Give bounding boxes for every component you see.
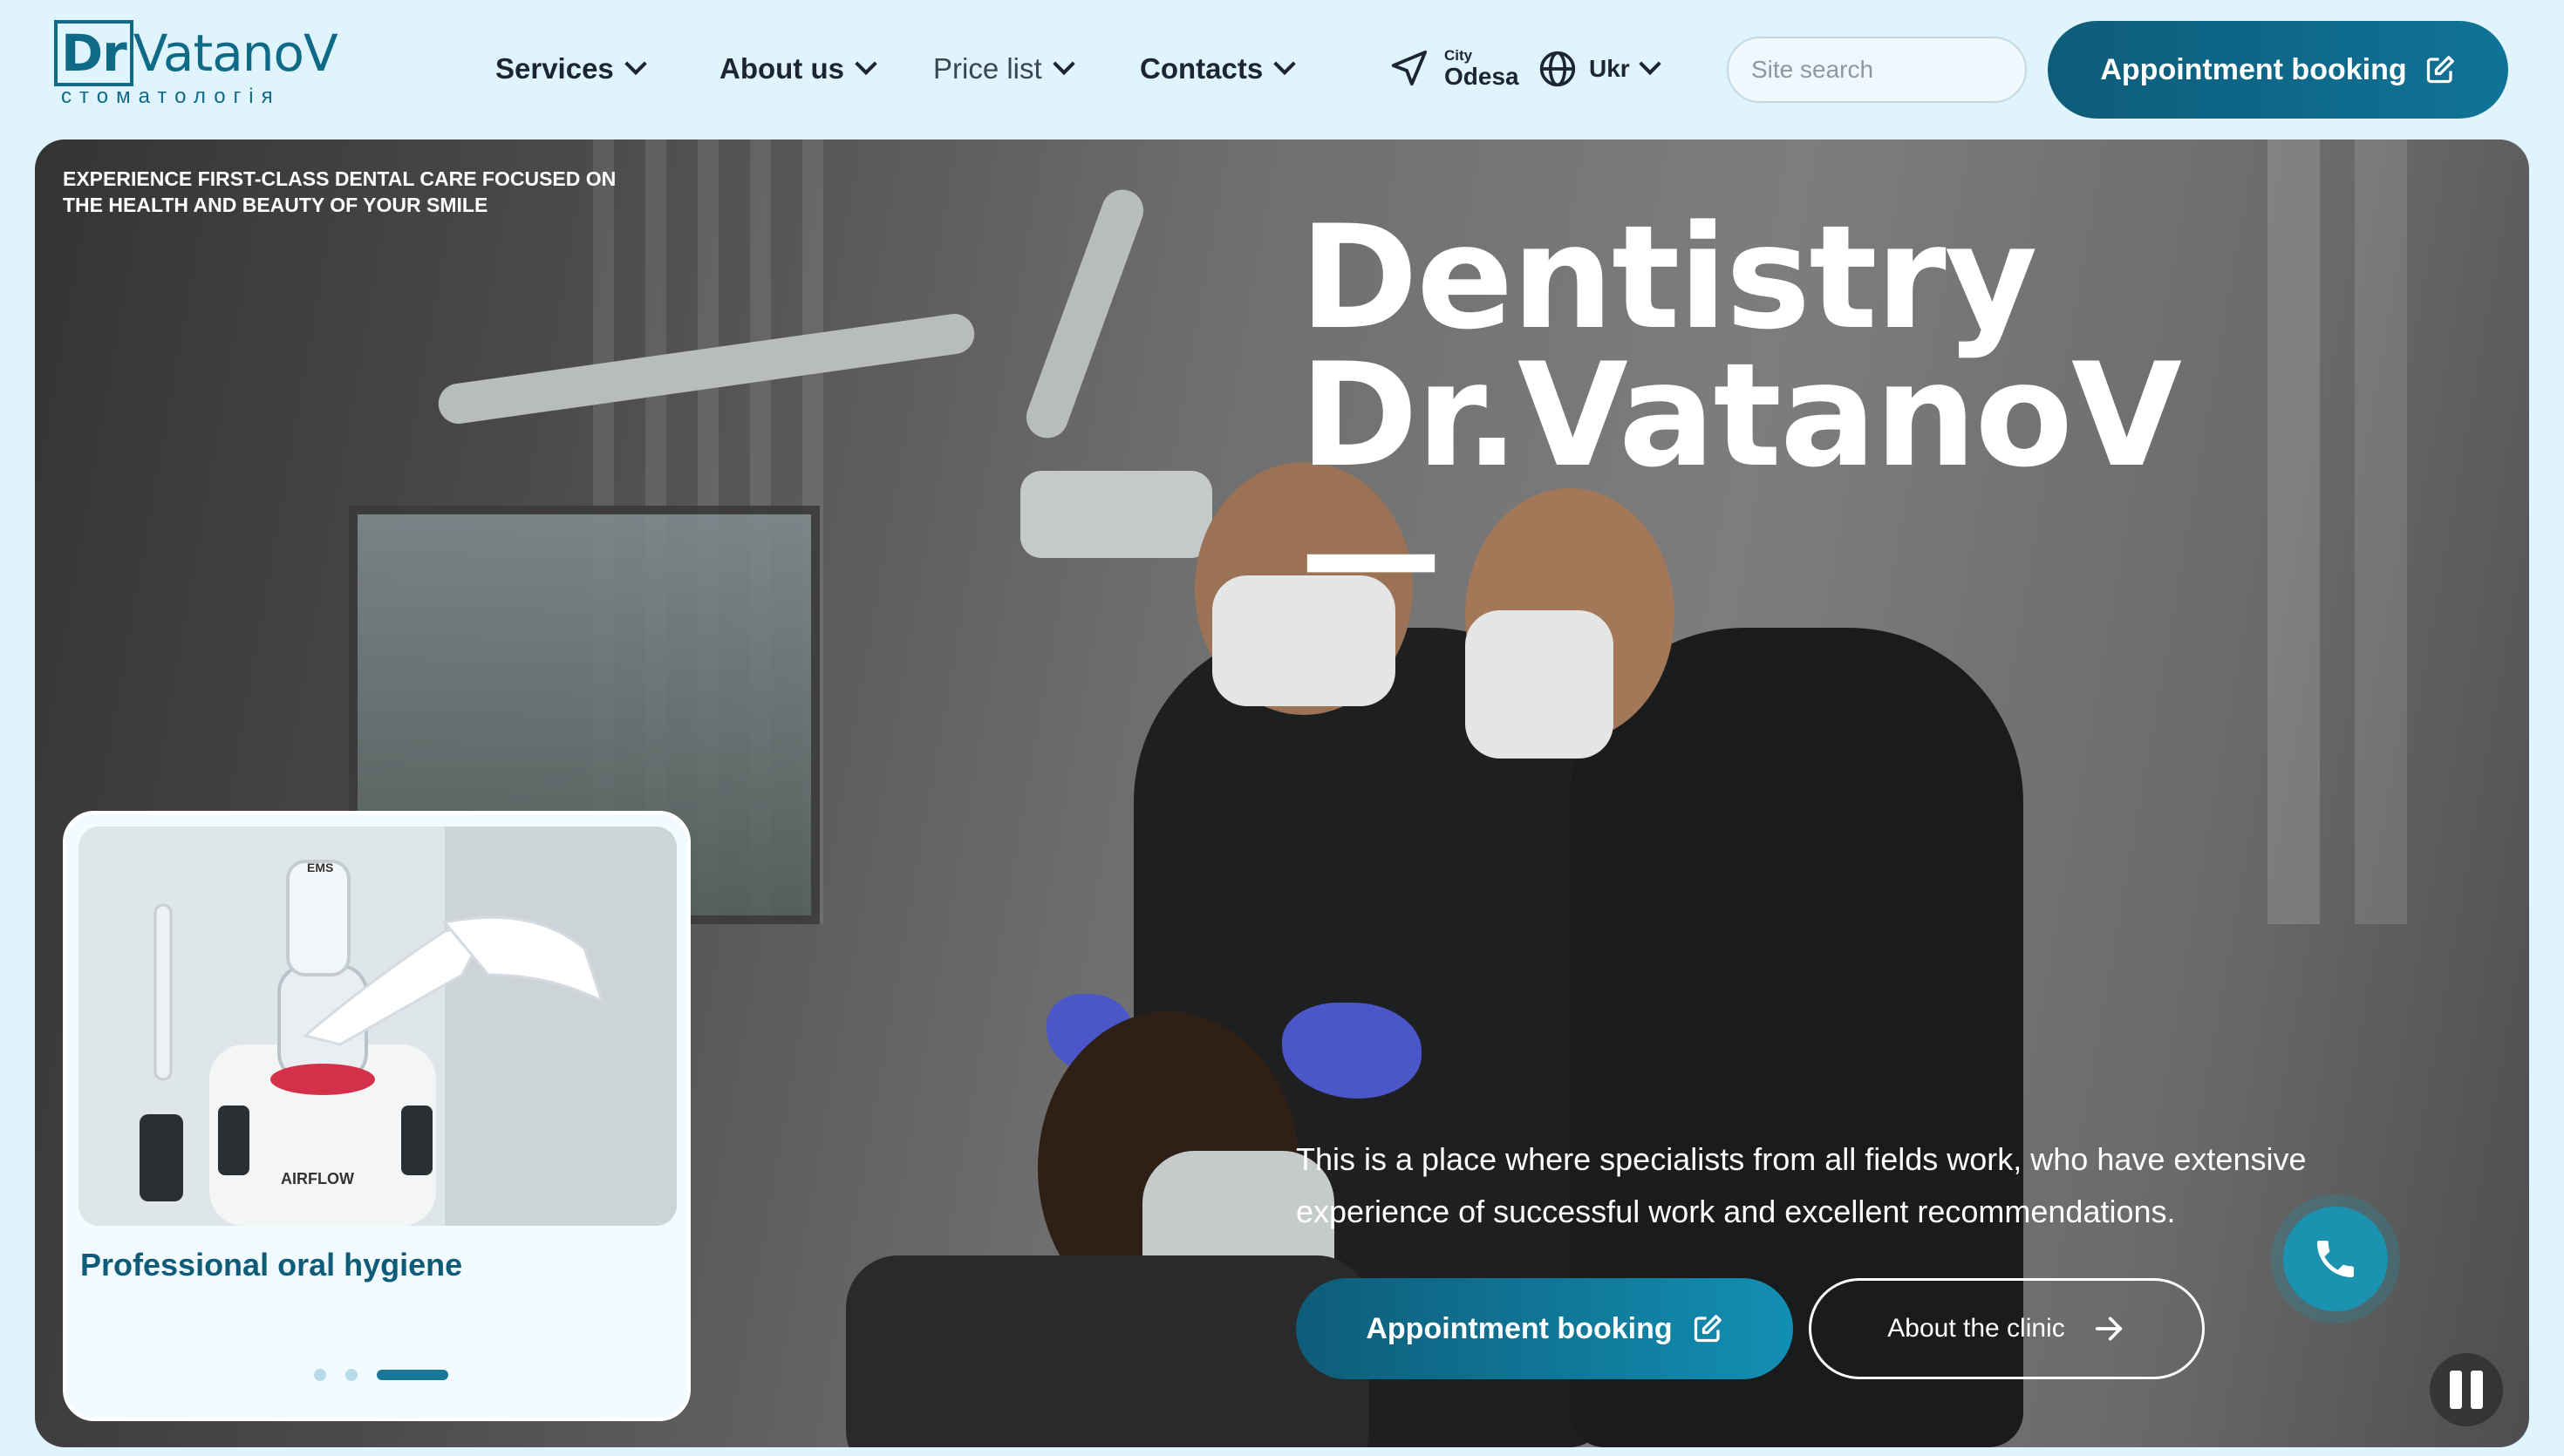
pause-icon[interactable] [2430, 1353, 2503, 1426]
slide-card[interactable]: EMS AIRFLOW Professional oral hygiene [63, 811, 691, 1421]
city-selector[interactable]: City Odesa [1388, 42, 1519, 96]
city-label: City [1444, 47, 1473, 64]
search-input[interactable] [1751, 56, 2066, 84]
nav-item-label: About us [719, 52, 844, 85]
header-appointment-button[interactable]: Appointment booking [2048, 21, 2508, 119]
phone-icon [2317, 1241, 2354, 1277]
chevron-down-icon [855, 52, 877, 76]
globe-icon [1539, 51, 1576, 87]
logo-subtitle: стоматологія [61, 85, 281, 108]
device-cap-label: EMS [307, 861, 333, 874]
hero-description: This is a place where specialists from a… [1296, 1141, 2307, 1229]
chevron-down-icon [624, 52, 647, 76]
slide-dot-3-active[interactable] [377, 1370, 448, 1380]
hero-tagline: Experience first-class dental care focus… [63, 167, 617, 216]
slide-card-title: Professional oral hygiene [80, 1247, 463, 1283]
device-brand-label: AIRFLOW [281, 1170, 354, 1187]
hero-title-line1: Dentistry [1299, 194, 2038, 361]
location-arrow-icon [1391, 50, 1428, 86]
slide-pagination [314, 1369, 448, 1381]
edit-icon [2426, 56, 2454, 84]
nav-item-price-list[interactable]: Price list [933, 49, 1075, 89]
search-box [1727, 37, 2066, 103]
city-text: City Odesa [1444, 48, 1519, 90]
slide-dot-2[interactable] [345, 1369, 358, 1381]
header-appointment-label: Appointment booking [2100, 52, 2407, 86]
edit-icon [1694, 1315, 1722, 1343]
hero-title: Dentistry Dr.VatanoV — [1299, 194, 2259, 636]
hero-title-line2: Dr.VatanoV — [1299, 332, 2182, 636]
logo-brand: VatanoV [133, 24, 338, 83]
about-clinic-label: About the clinic [1887, 1314, 2065, 1343]
nav-item-about-us[interactable]: About us [719, 49, 877, 89]
nav-item-label: Contacts [1140, 52, 1264, 85]
arrow-right-icon [2095, 1317, 2122, 1341]
chevron-down-icon [1273, 52, 1296, 76]
slide-dot-1[interactable] [314, 1369, 326, 1381]
language-selector[interactable]: Ukr [1538, 49, 1661, 89]
about-clinic-button[interactable]: About the clinic [1809, 1278, 2205, 1379]
language-value: Ukr [1589, 55, 1630, 82]
call-button[interactable] [2283, 1207, 2388, 1311]
logo-wordmark: Dr VatanoV [54, 20, 338, 86]
logo-prefix: Dr [54, 20, 133, 86]
chevron-down-icon [1052, 52, 1075, 76]
nav-item-label: Price list [933, 52, 1042, 85]
city-value: Odesa [1444, 63, 1519, 90]
hero-section: Experience first-class dental care focus… [35, 139, 2529, 1447]
nav-item-services[interactable]: Services [495, 49, 647, 89]
slide-card-image: EMS AIRFLOW [78, 827, 677, 1226]
airflow-device-illustration: EMS AIRFLOW [78, 827, 677, 1226]
hero-appointment-label: Appointment booking [1366, 1311, 1673, 1345]
logo[interactable]: Dr VatanoV стоматологія [54, 20, 338, 108]
nav-item-contacts[interactable]: Contacts [1140, 49, 1296, 89]
hero-appointment-button[interactable]: Appointment booking [1296, 1278, 1793, 1379]
nav-item-label: Services [495, 52, 614, 85]
chevron-down-icon [1638, 52, 1661, 76]
